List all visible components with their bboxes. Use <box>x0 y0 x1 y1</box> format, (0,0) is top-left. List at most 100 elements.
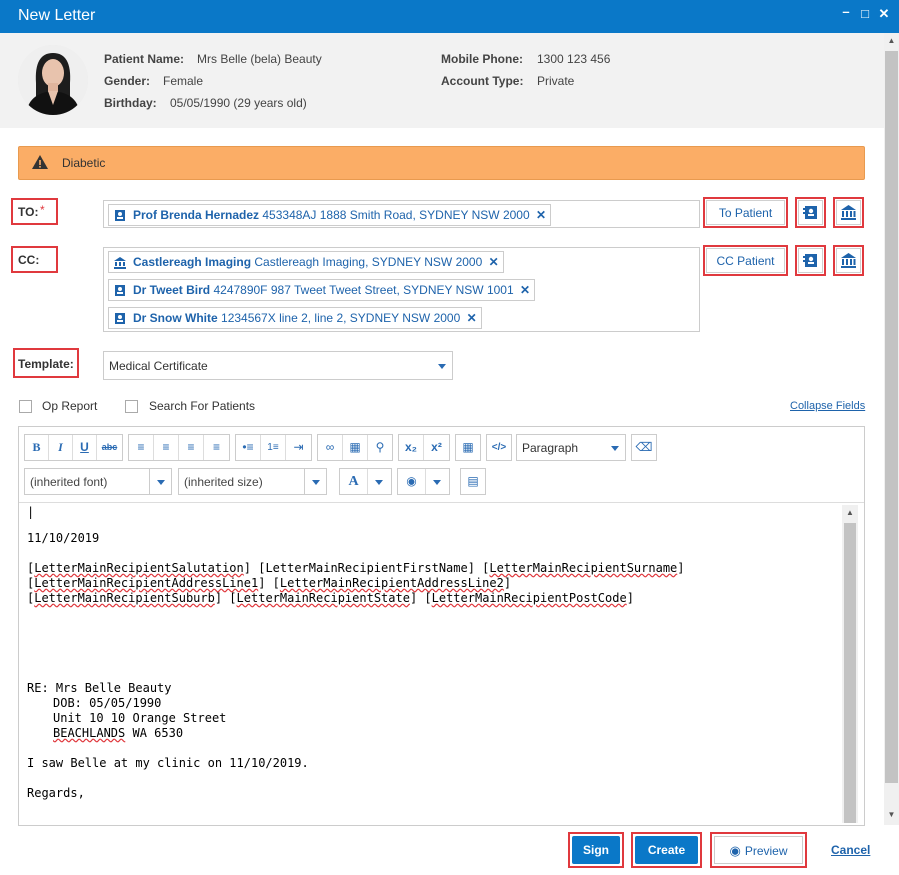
patient-header: Patient Name: Mrs Belle (bela) Beauty Ge… <box>0 33 884 128</box>
text-cursor: | <box>27 505 35 519</box>
editor-scrollbar[interactable]: ▲ <box>842 505 858 823</box>
indent-icon[interactable]: ⇥ <box>286 435 311 460</box>
to-recipients-box[interactable]: Prof Brenda Hernadez 453348AJ 1888 Smith… <box>103 200 700 228</box>
scroll-thumb[interactable] <box>844 523 856 823</box>
editor-content[interactable]: | 11/10/2019 [LetterMainRecipientSalutat… <box>20 503 856 826</box>
create-button[interactable]: Create <box>635 836 698 864</box>
address-book-icon <box>803 206 817 219</box>
preview-button[interactable]: ◉ Preview <box>714 836 803 864</box>
address-book-icon <box>803 254 817 267</box>
letter-date: 11/10/2019 <box>27 531 100 545</box>
maximize-icon[interactable]: □ <box>857 6 873 21</box>
chevron-down-icon[interactable] <box>375 480 383 485</box>
letter-editor: B I U abc ≡ ≡ ≡ ≡ •≡ 1≡ ⇥ ∞ ▦ ⚲ x₂ x² ▦ … <box>18 426 865 826</box>
to-addressbook-button[interactable] <box>798 200 823 225</box>
format-select[interactable]: Paragraph <box>516 434 626 461</box>
font-select[interactable]: (inherited font) <box>24 468 172 495</box>
scroll-up-icon[interactable]: ▲ <box>884 36 899 45</box>
contact-card-icon <box>115 285 125 296</box>
gender-value: Female <box>163 74 204 88</box>
table-group: ▦ <box>455 434 481 461</box>
align-right-icon[interactable]: ≡ <box>179 435 204 460</box>
highlight-group: ◉ <box>397 468 450 495</box>
template-select[interactable]: Medical Certificate <box>103 351 453 380</box>
remove-icon[interactable]: ✕ <box>536 208 546 222</box>
sign-button[interactable]: Sign <box>572 836 620 864</box>
align-justify-icon[interactable]: ≡ <box>204 435 229 460</box>
cc-recipients-box[interactable]: Castlereagh Imaging Castlereagh Imaging,… <box>103 247 700 332</box>
font-color-icon[interactable]: A <box>340 469 368 494</box>
recipient-name: Dr Snow White <box>133 311 218 325</box>
recipient-chip[interactable]: Prof Brenda Hernadez 453348AJ 1888 Smith… <box>108 204 552 226</box>
scroll-thumb[interactable] <box>885 51 898 783</box>
dob-line: DOB: 05/05/1990 <box>53 696 162 710</box>
template-value: Medical Certificate <box>109 359 208 373</box>
link-icon[interactable]: ∞ <box>318 435 343 460</box>
required-mark: * <box>40 203 45 217</box>
cancel-link[interactable]: Cancel <box>831 843 870 857</box>
search-patients-checkbox[interactable] <box>125 400 138 413</box>
birthday-value: 05/05/1990 (29 years old) <box>170 96 307 110</box>
minimize-icon[interactable]: – <box>838 4 854 19</box>
scroll-down-icon[interactable]: ▼ <box>884 810 899 819</box>
salutation-line: [LetterMainRecipientSalutation] [LetterM… <box>27 561 685 575</box>
cc-addressbook-button[interactable] <box>798 248 823 273</box>
patient-suburb-line: BEACHLANDS WA 6530 <box>53 726 184 740</box>
paint-bucket-icon[interactable]: ◉ <box>398 469 426 494</box>
italic-icon[interactable]: I <box>49 435 73 460</box>
main-scrollbar[interactable]: ▲ ▼ <box>884 33 899 825</box>
op-report-label: Op Report <box>42 399 98 413</box>
chevron-down-icon[interactable] <box>433 480 441 485</box>
image-icon[interactable]: ▦ <box>343 435 368 460</box>
code-group: </> <box>486 434 512 461</box>
script-group: x₂ x² <box>398 434 450 461</box>
recipient-detail: 453348AJ 1888 Smith Road, SYDNEY NSW 200… <box>262 208 530 222</box>
recipient-chip[interactable]: Dr Snow White 1234567X line 2, line 2, S… <box>108 307 482 329</box>
close-icon[interactable]: ✕ <box>876 6 892 22</box>
recipient-chip[interactable]: Castlereagh Imaging Castlereagh Imaging,… <box>108 251 504 273</box>
to-institution-button[interactable] <box>836 200 861 225</box>
patient-avatar <box>18 45 88 115</box>
contact-card-icon <box>115 210 125 221</box>
align-group: ≡ ≡ ≡ ≡ <box>128 434 230 461</box>
suburb-line: [LetterMainRecipientSuburb] [LetterMainR… <box>27 591 634 605</box>
table-icon[interactable]: ▦ <box>456 435 480 460</box>
align-left-icon[interactable]: ≡ <box>129 435 154 460</box>
alert-text: Diabetic <box>62 156 106 170</box>
align-center-icon[interactable]: ≡ <box>154 435 179 460</box>
superscript-icon[interactable]: x² <box>424 435 449 460</box>
eraser-icon[interactable]: ⌫ <box>632 435 656 460</box>
re-line: RE: Mrs Belle Beauty <box>27 681 172 695</box>
code-view-icon[interactable]: </> <box>487 435 511 460</box>
to-label: TO: <box>18 205 39 219</box>
numbered-list-icon[interactable]: 1≡ <box>261 435 286 460</box>
scroll-up-icon[interactable]: ▲ <box>846 508 854 517</box>
strikethrough-icon[interactable]: abc <box>97 435 122 460</box>
gender-label: Gender: <box>104 74 151 88</box>
remove-icon[interactable]: ✕ <box>489 255 499 269</box>
size-select[interactable]: (inherited size) <box>178 468 327 495</box>
cc-institution-button[interactable] <box>836 248 861 273</box>
mobile-label: Mobile Phone: <box>441 52 523 66</box>
format-value: Paragraph <box>522 441 579 455</box>
collapse-fields-link[interactable]: Collapse Fields <box>790 400 865 412</box>
title-bar: New Letter – □ ✕ <box>0 0 899 33</box>
cc-patient-button[interactable]: CC Patient <box>706 248 785 273</box>
chevron-down-icon <box>312 480 320 485</box>
recipient-chip[interactable]: Dr Tweet Bird 4247890F 987 Tweet Tweet S… <box>108 279 536 301</box>
to-patient-button[interactable]: To Patient <box>706 200 785 225</box>
search-patients-label: Search For Patients <box>149 399 256 413</box>
page-break-group: ▤ <box>460 468 486 495</box>
patient-name: Mrs Belle (bela) Beauty <box>197 52 322 66</box>
remove-icon[interactable]: ✕ <box>467 311 477 325</box>
underline-icon[interactable]: U <box>73 435 97 460</box>
attachment-icon[interactable]: ⚲ <box>368 435 392 460</box>
subscript-icon[interactable]: x₂ <box>399 435 424 460</box>
list-group: •≡ 1≡ ⇥ <box>235 434 312 461</box>
chevron-down-icon <box>611 446 619 451</box>
remove-icon[interactable]: ✕ <box>520 283 530 297</box>
bold-icon[interactable]: B <box>25 435 49 460</box>
bullet-list-icon[interactable]: •≡ <box>236 435 261 460</box>
op-report-checkbox[interactable] <box>19 400 32 413</box>
page-break-icon[interactable]: ▤ <box>461 469 485 494</box>
